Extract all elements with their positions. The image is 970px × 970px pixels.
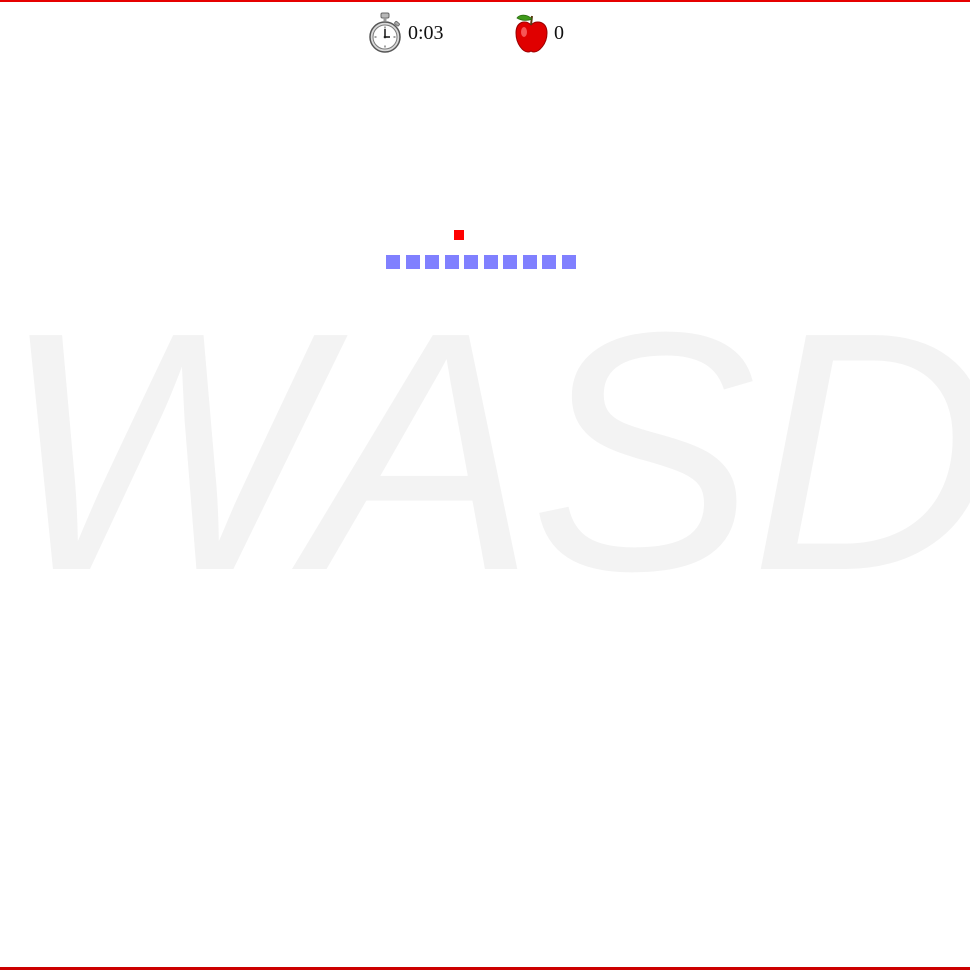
game-frame[interactable]: WASD 0:03 0 [0, 0, 970, 970]
snake-segment [503, 254, 517, 269]
snake-segment [542, 254, 556, 269]
snake-segment [483, 254, 498, 269]
snake-segment [464, 254, 478, 269]
game-board [0, 2, 970, 967]
snake-segment [386, 254, 400, 269]
snake-segment [405, 254, 420, 269]
snake-segment [425, 254, 439, 269]
snake-head [561, 254, 576, 269]
snake-segment [444, 254, 459, 269]
food-pellet [454, 230, 465, 240]
snake-segment [522, 254, 537, 269]
